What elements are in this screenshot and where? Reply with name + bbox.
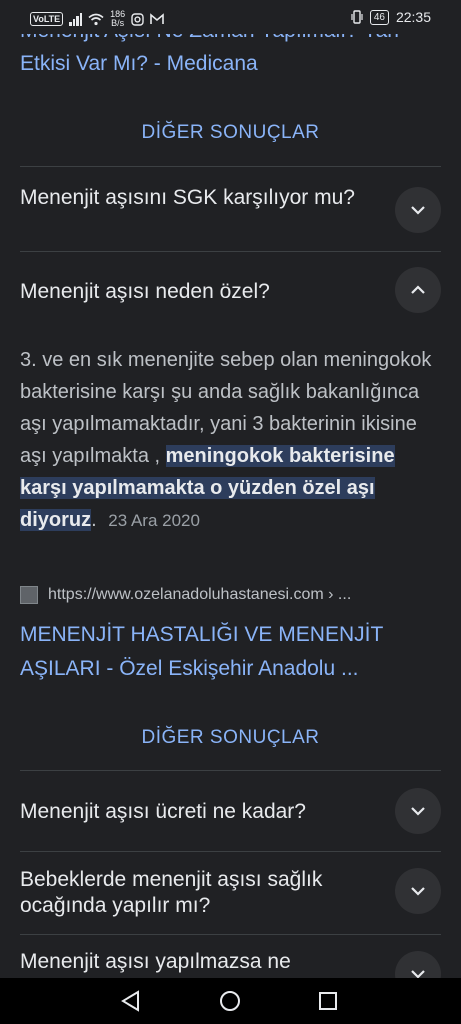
top-result-title[interactable]: Etkisi Var Mı? - Medicana xyxy=(20,52,258,76)
gmail-icon xyxy=(150,13,165,24)
answer-date: 23 Ara 2020 xyxy=(108,511,200,530)
home-button[interactable] xyxy=(217,988,243,1019)
faq-question: Bebeklerde menenjit aşısı sağlık ocağınd… xyxy=(20,868,323,917)
expand-button[interactable] xyxy=(395,187,441,233)
faq-question: Menenjit aşısı ücreti ne kadar? xyxy=(20,800,306,823)
network-speed: 186 B/s xyxy=(110,10,125,28)
back-button[interactable] xyxy=(118,988,144,1019)
wifi-icon xyxy=(88,13,104,25)
square-recents-icon xyxy=(319,992,337,1010)
source-title-link[interactable]: MENENJİT HASTALIĞI VE MENENJİT AŞILARI -… xyxy=(20,618,441,686)
instagram-icon xyxy=(131,12,144,26)
source-url[interactable]: https://www.ozelanadoluhastanesi.com › .… xyxy=(48,586,351,604)
speed-unit: B/s xyxy=(111,18,125,28)
answer-text-end: . xyxy=(91,509,97,531)
navigation-bar xyxy=(0,978,461,1024)
expand-button[interactable] xyxy=(395,788,441,834)
featured-answer: 3. ve en sık menenjite sebep olan mening… xyxy=(20,344,441,537)
volte-badge: VoLTE xyxy=(30,12,64,26)
vibrate-icon xyxy=(351,10,363,24)
collapse-button[interactable] xyxy=(395,267,441,313)
faq-question: Menenjit aşısı neden özel? xyxy=(20,280,270,303)
expand-button[interactable] xyxy=(395,868,441,914)
favicon-icon xyxy=(20,586,38,604)
signal-icon xyxy=(69,12,83,26)
chevron-up-icon xyxy=(411,285,425,294)
faq-question: Menenjit aşısı yapılmazsa ne xyxy=(20,950,291,973)
source-url-row[interactable]: https://www.ozelanadoluhastanesi.com › .… xyxy=(20,586,441,604)
recents-button[interactable] xyxy=(315,988,341,1019)
faq-item-ozel[interactable]: Menenjit aşısı neden özel? xyxy=(20,252,441,332)
faq-question: Menenjit aşısını SGK karşılıyor mu? xyxy=(20,186,355,209)
faq-item-ucret[interactable]: Menenjit aşısı ücreti ne kadar? xyxy=(20,771,441,851)
status-right: 46 22:35 xyxy=(351,9,431,25)
clock: 22:35 xyxy=(395,9,431,25)
battery-indicator: 46 xyxy=(369,9,389,25)
chevron-down-icon xyxy=(411,887,425,896)
more-results-link-2[interactable]: DİĞER SONUÇLAR xyxy=(0,727,461,749)
status-left: VoLTE 186 B/s xyxy=(30,10,165,28)
circle-home-icon xyxy=(220,991,240,1011)
chevron-down-icon xyxy=(411,206,425,215)
faq-item-sgk[interactable]: Menenjit aşısını SGK karşılıyor mu? xyxy=(20,167,441,251)
status-bar: VoLTE 186 B/s 46 22:35 xyxy=(0,0,461,34)
screen: Menenjit Aşısı Ne Zaman Yapılmalı? Yan E… xyxy=(0,0,461,1024)
triangle-back-icon xyxy=(121,990,139,1012)
chevron-down-icon xyxy=(411,807,425,816)
faq-item-bebek[interactable]: Bebeklerde menenjit aşısı sağlık ocağınd… xyxy=(20,852,441,934)
more-results-link[interactable]: DİĞER SONUÇLAR xyxy=(0,122,461,144)
